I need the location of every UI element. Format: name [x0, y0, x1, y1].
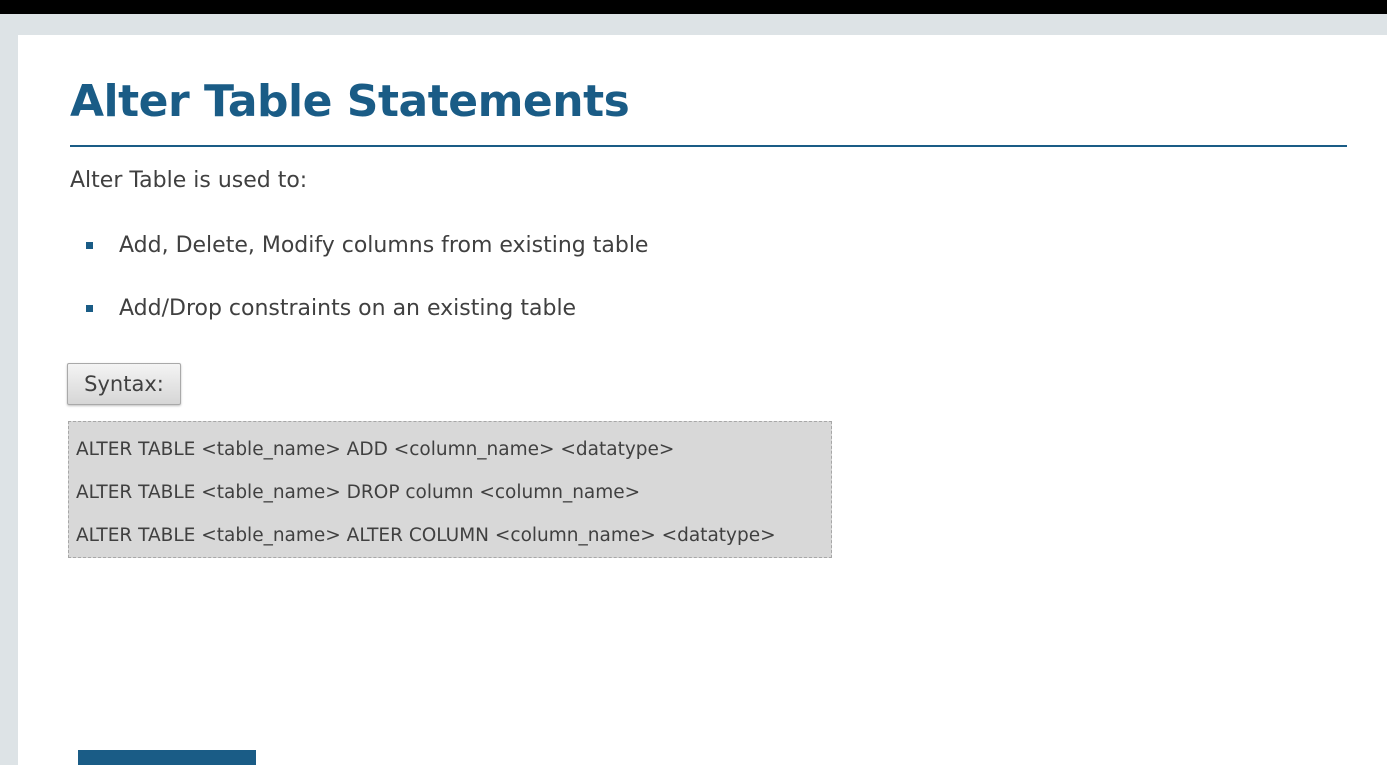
bullet-text: Add, Delete, Modify columns from existin… [119, 232, 649, 258]
syntax-button[interactable]: Syntax: [67, 363, 181, 405]
syntax-line-drop: ALTER TABLE <table_name> DROP column <co… [76, 482, 641, 503]
top-black-bar [0, 0, 1387, 14]
bullet-text: Add/Drop constraints on an existing tabl… [119, 295, 577, 321]
bullet-item: Add, Delete, Modify columns from existin… [86, 230, 648, 260]
syntax-line-alter: ALTER TABLE <table_name> ALTER COLUMN <c… [76, 525, 776, 546]
square-bullet-icon [86, 241, 93, 249]
syntax-code-block: ALTER TABLE <table_name> ADD <column_nam… [68, 421, 832, 558]
syntax-line-add: ALTER TABLE <table_name> ADD <column_nam… [76, 439, 675, 460]
square-bullet-icon [86, 304, 93, 312]
title-underline [70, 145, 1347, 147]
bullet-item: Add/Drop constraints on an existing tabl… [86, 293, 576, 323]
intro-text: Alter Table is used to: [70, 168, 308, 193]
slide-title: Alter Table Statements [70, 76, 630, 127]
footer-accent-block [78, 750, 256, 765]
